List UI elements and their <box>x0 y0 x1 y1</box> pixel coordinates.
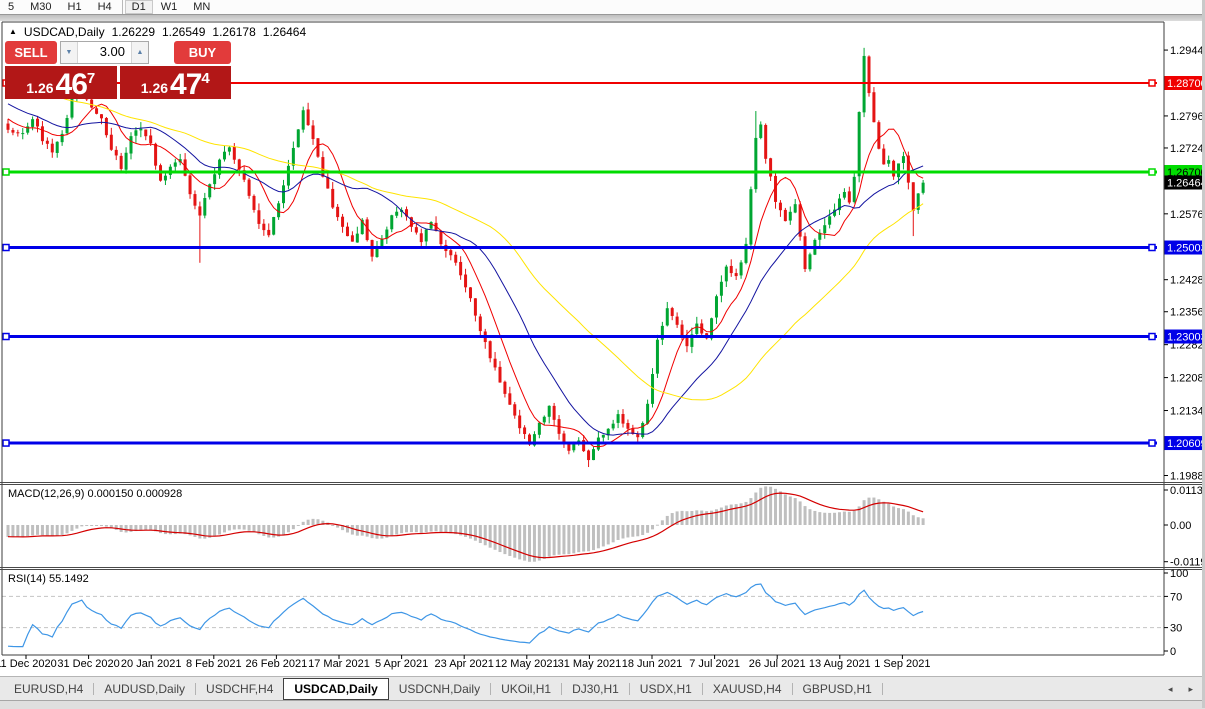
svg-text:17 Mar 2021: 17 Mar 2021 <box>308 658 370 670</box>
svg-text:1.23003: 1.23003 <box>1167 332 1205 344</box>
tab-usdcad-daily[interactable]: USDCAD,Daily <box>283 678 389 700</box>
svg-text:1 Sep 2021: 1 Sep 2021 <box>874 658 930 670</box>
sell-price-panel[interactable]: 1.26 46 7 <box>5 66 117 101</box>
timeframe-button-m30[interactable]: M30 <box>22 0 59 14</box>
chart-title: ▲ USDCAD,Daily 1.26229 1.26549 1.26178 1… <box>9 25 306 39</box>
tab-gbpusd-h1[interactable]: GBPUSD,H1 <box>793 678 882 700</box>
buy-price-panel[interactable]: 1.26 47 4 <box>119 66 231 101</box>
svg-text:1.29440: 1.29440 <box>1170 45 1205 57</box>
sell-price-sup: 7 <box>86 70 96 87</box>
tab-scroll-right-icon[interactable]: ▸ <box>1188 684 1193 695</box>
timeframe-button-mn[interactable]: MN <box>185 0 218 14</box>
timeframe-button-5[interactable]: 5 <box>0 0 22 14</box>
chevron-down-icon: ▼ <box>65 49 73 56</box>
svg-text:8 Feb 2021: 8 Feb 2021 <box>186 658 242 670</box>
svg-text:1.24280: 1.24280 <box>1170 275 1205 287</box>
date-axis: 11 Dec 2020 31 Dec 2020 20 Jan 2021 8 Feb 2… <box>0 655 931 670</box>
toolbar-separator <box>121 0 123 14</box>
svg-text:1.20609: 1.20609 <box>1167 438 1205 450</box>
svg-text:-0.01190: -0.01190 <box>1170 557 1205 569</box>
tab-audusd-daily[interactable]: AUDUSD,Daily <box>94 678 195 700</box>
timeframe-toolbar: 5 M30 H1 H4 D1 W1 MN <box>0 0 1205 14</box>
svg-text:26 Feb 2021: 26 Feb 2021 <box>246 658 308 670</box>
svg-text:1.23560: 1.23560 <box>1170 307 1205 319</box>
svg-text:26 Jul 2021: 26 Jul 2021 <box>749 658 806 670</box>
one-click-trade-panel: SELL ▼ 3.00 ▲ BUY 1.26 46 7 1.26 47 4 <box>5 41 231 101</box>
macd-indicator-label: MACD(12,26,9) 0.000150 0.000928 <box>8 488 183 500</box>
svg-text:20 Jan 2021: 20 Jan 2021 <box>121 658 182 670</box>
svg-text:1.25760: 1.25760 <box>1170 209 1205 221</box>
indicator-axes: 0.01135 0.00 -0.01190100 70 30 0 <box>1164 485 1205 658</box>
chart-tab-bar: EURUSD,H4 AUDUSD,Daily USDCHF,H4 USDCAD,Dai… <box>0 676 1205 701</box>
buy-price-sup: 4 <box>201 70 210 87</box>
chart-tabs: EURUSD,H4 AUDUSD,Daily USDCHF,H4 USDCAD,Dai… <box>0 677 883 701</box>
collapse-icon[interactable]: ▲ <box>9 28 17 36</box>
svg-text:30: 30 <box>1170 623 1182 635</box>
buy-button[interactable]: BUY <box>174 41 231 64</box>
moving-averages <box>7 72 924 448</box>
volume-increase-button[interactable]: ▲ <box>131 42 148 63</box>
buy-price-big: 47 <box>170 68 202 101</box>
tab-separator <box>881 683 883 695</box>
rsi-indicator-label: RSI(14) 55.1492 <box>8 573 89 585</box>
tab-usdchf-h4[interactable]: USDCHF,H4 <box>196 678 283 700</box>
svg-text:1.26464: 1.26464 <box>1167 178 1205 190</box>
chart-symbol-label: USDCAD,Daily <box>23 25 105 39</box>
chevron-up-icon: ▲ <box>136 49 144 56</box>
volume-spinner: ▼ 3.00 ▲ <box>60 41 149 64</box>
buy-price-prefix: 1.26 <box>140 80 169 96</box>
svg-text:18 Jun 2021: 18 Jun 2021 <box>622 658 683 670</box>
ohlc-close: 1.26464 <box>262 25 307 39</box>
timeframe-button-d1[interactable]: D1 <box>124 0 153 14</box>
price-level-lines <box>2 79 1157 447</box>
tab-dj30-h1[interactable]: DJ30,H1 <box>562 678 629 700</box>
toolbar-bottom-band <box>0 14 1205 21</box>
svg-text:12 May 2021: 12 May 2021 <box>495 658 559 670</box>
candles-layer <box>6 47 925 468</box>
chart-frame <box>0 21 1205 656</box>
tab-eurusd-h4[interactable]: EURUSD,H4 <box>4 678 93 700</box>
svg-text:5 Apr 2021: 5 Apr 2021 <box>375 658 428 670</box>
svg-text:1.25003: 1.25003 <box>1167 243 1205 255</box>
price-axis: 1.29440 1.27960 1.27240 1.25760 1.24280 1.235… <box>1164 45 1205 482</box>
price-chart[interactable]: 1.29440 1.27960 1.27240 1.25760 1.24280 1.235… <box>0 0 1205 708</box>
volume-input[interactable]: 3.00 <box>78 42 131 63</box>
ohlc-high: 1.26549 <box>162 25 206 39</box>
svg-text:70: 70 <box>1170 591 1182 603</box>
sell-button[interactable]: SELL <box>5 41 57 64</box>
tab-scroll-arrows: ◂ ▸ <box>1168 684 1205 695</box>
rsi-pane <box>7 583 924 648</box>
svg-text:0.01135: 0.01135 <box>1170 485 1205 497</box>
svg-text:1.22080: 1.22080 <box>1170 373 1205 385</box>
sell-price-big: 46 <box>55 68 88 101</box>
sell-price-prefix: 1.26 <box>26 80 54 96</box>
svg-text:0: 0 <box>1170 646 1176 658</box>
svg-text:1.27240: 1.27240 <box>1170 143 1205 155</box>
ohlc-low: 1.26178 <box>212 25 256 39</box>
tab-usdx-h1[interactable]: USDX,H1 <box>630 678 702 700</box>
timeframe-button-h1[interactable]: H1 <box>60 0 90 14</box>
volume-decrease-button[interactable]: ▼ <box>61 42 78 63</box>
rsi-level-lines <box>2 595 1164 629</box>
tab-xauusd-h4[interactable]: XAUUSD,H4 <box>703 678 792 700</box>
svg-text:1.28700: 1.28700 <box>1167 78 1205 90</box>
svg-text:31 Dec 2020: 31 Dec 2020 <box>57 658 119 670</box>
ohlc-open: 1.26229 <box>111 25 155 39</box>
svg-text:13 Aug 2021: 13 Aug 2021 <box>809 658 871 670</box>
timeframe-button-h4[interactable]: H4 <box>90 0 120 14</box>
tab-ukoil-h1[interactable]: UKOil,H1 <box>491 678 561 700</box>
svg-text:100: 100 <box>1170 568 1188 580</box>
svg-text:0.00: 0.00 <box>1170 520 1191 532</box>
svg-text:1.21340: 1.21340 <box>1170 406 1205 418</box>
tab-usdcnh-daily[interactable]: USDCNH,Daily <box>389 678 490 700</box>
tab-scroll-left-icon[interactable]: ◂ <box>1168 684 1173 695</box>
svg-text:11 Dec 2020: 11 Dec 2020 <box>0 658 57 670</box>
svg-text:23 Apr 2021: 23 Apr 2021 <box>435 658 494 670</box>
svg-text:31 May 2021: 31 May 2021 <box>558 658 622 670</box>
svg-text:1.19880: 1.19880 <box>1170 470 1205 482</box>
svg-text:1.27960: 1.27960 <box>1170 111 1205 123</box>
svg-text:7 Jul 2021: 7 Jul 2021 <box>689 658 740 670</box>
timeframe-button-w1[interactable]: W1 <box>153 0 186 14</box>
